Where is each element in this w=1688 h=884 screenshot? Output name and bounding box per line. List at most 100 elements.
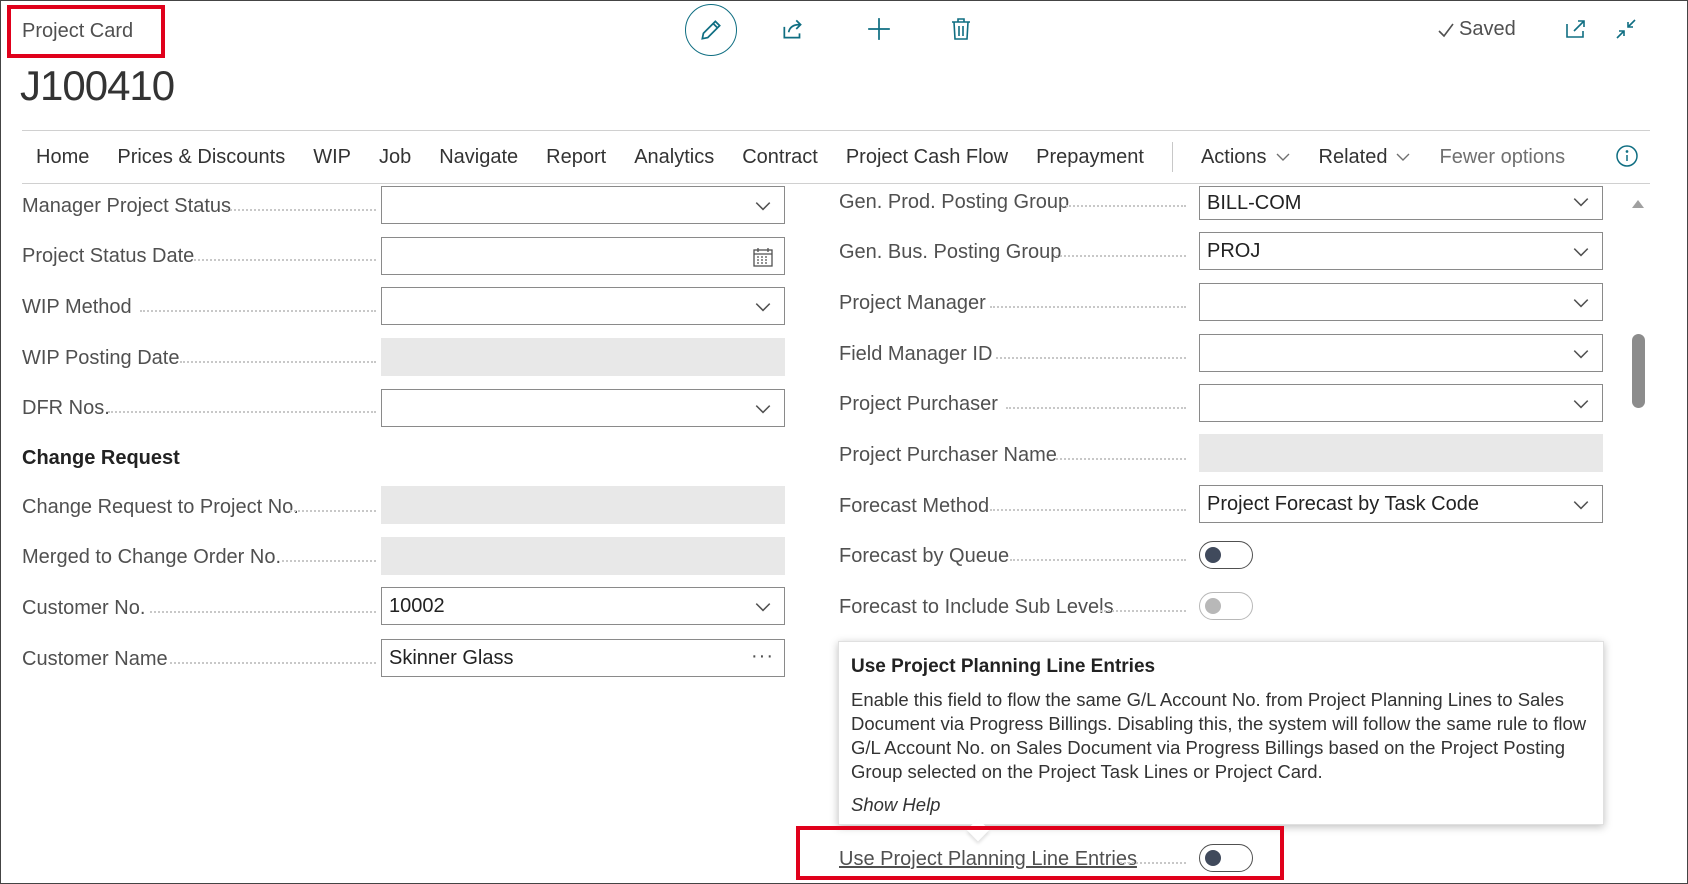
chevron-down-icon bbox=[755, 405, 771, 414]
chevron-down-icon bbox=[755, 603, 771, 612]
action-wip[interactable]: WIP bbox=[299, 146, 365, 169]
chevron-down-icon bbox=[755, 202, 771, 211]
action-home[interactable]: Home bbox=[22, 146, 103, 169]
action-job[interactable]: Job bbox=[365, 146, 425, 169]
collapse-button[interactable] bbox=[1610, 13, 1642, 45]
project-status-date-input[interactable] bbox=[381, 237, 785, 275]
chevron-down-icon bbox=[1396, 153, 1410, 161]
edit-button[interactable] bbox=[685, 4, 737, 56]
field-leader-dots bbox=[990, 509, 1186, 511]
field-leader-dots bbox=[1056, 458, 1186, 460]
related-menu[interactable]: Related bbox=[1305, 146, 1426, 169]
tooltip-body: Enable this field to flow the same G/L A… bbox=[851, 689, 1587, 782]
customer-name-input[interactable]: Skinner Glass ··· bbox=[381, 639, 785, 677]
chevron-down-icon bbox=[1573, 198, 1589, 207]
dfr-nos-label: DFR Nos. bbox=[22, 397, 110, 419]
chevron-down-icon bbox=[1573, 501, 1589, 510]
project-purchaser-select[interactable] bbox=[1199, 384, 1603, 422]
customer-name-label: Customer Name bbox=[22, 648, 168, 670]
ellipsis-icon[interactable]: ··· bbox=[751, 645, 774, 668]
merged-to-change-order-field bbox=[381, 537, 785, 575]
wip-posting-date-label: WIP Posting Date bbox=[22, 347, 180, 369]
share-icon bbox=[783, 19, 802, 39]
gen-bus-posting-group-select[interactable]: PROJ bbox=[1199, 232, 1603, 270]
field-leader-dots bbox=[1066, 205, 1186, 207]
forecast-method-select[interactable]: Project Forecast by Task Code bbox=[1199, 485, 1603, 523]
info-icon bbox=[1616, 145, 1638, 167]
info-button[interactable] bbox=[1614, 143, 1640, 169]
open-new-window-button[interactable] bbox=[1560, 13, 1592, 45]
action-navigate[interactable]: Navigate bbox=[425, 146, 532, 169]
forecast-by-queue-toggle[interactable] bbox=[1199, 541, 1253, 569]
field-leader-dots bbox=[1006, 407, 1186, 409]
customer-no-select[interactable]: 10002 bbox=[381, 587, 785, 625]
action-prices-discounts[interactable]: Prices & Discounts bbox=[103, 146, 299, 169]
action-contract[interactable]: Contract bbox=[728, 146, 832, 169]
wip-posting-date-field bbox=[381, 338, 785, 376]
gen-prod-posting-group-select[interactable]: BILL-COM bbox=[1199, 186, 1603, 220]
field-leader-dots bbox=[180, 361, 376, 363]
project-purchaser-label: Project Purchaser bbox=[839, 393, 998, 415]
field-manager-id-label: Field Manager ID bbox=[839, 343, 993, 365]
pencil-icon bbox=[701, 20, 721, 40]
project-purchaser-name-label: Project Purchaser Name bbox=[839, 444, 1057, 466]
change-request-to-project-label: Change Request to Project No. bbox=[22, 496, 299, 518]
scrollbar-thumb[interactable] bbox=[1632, 334, 1645, 408]
project-manager-label: Project Manager bbox=[839, 292, 986, 314]
field-leader-dots bbox=[108, 411, 376, 413]
change-request-section-title[interactable]: Change Request bbox=[22, 447, 180, 470]
plus-icon bbox=[868, 18, 890, 40]
saved-status: Saved bbox=[1437, 18, 1516, 41]
project-status-date-label: Project Status Date bbox=[22, 245, 195, 267]
highlight-box-page-type bbox=[7, 5, 165, 58]
field-manager-id-select[interactable] bbox=[1199, 334, 1603, 372]
chevron-down-icon bbox=[1573, 350, 1589, 359]
actions-menu[interactable]: Actions bbox=[1187, 146, 1305, 169]
action-analytics[interactable]: Analytics bbox=[620, 146, 728, 169]
field-leader-dots bbox=[226, 209, 376, 211]
field-leader-dots bbox=[290, 510, 376, 512]
gen-bus-posting-group-label: Gen. Bus. Posting Group bbox=[839, 241, 1062, 263]
new-button[interactable] bbox=[862, 12, 896, 46]
forecast-include-sub-levels-label: Forecast to Include Sub Levels bbox=[839, 596, 1114, 618]
calendar-icon[interactable] bbox=[752, 246, 774, 268]
action-report[interactable]: Report bbox=[532, 146, 620, 169]
show-help-link[interactable]: Show Help bbox=[851, 794, 1591, 816]
actions-menu-label: Actions bbox=[1200, 145, 1267, 168]
wip-method-select[interactable] bbox=[381, 287, 785, 325]
highlight-box-planning-line-entries bbox=[796, 826, 1284, 880]
action-bar: Home Prices & Discounts WIP Job Navigate… bbox=[22, 130, 1650, 184]
action-prepayment[interactable]: Prepayment bbox=[1022, 146, 1158, 169]
trash-icon bbox=[952, 18, 970, 40]
field-leader-dots bbox=[996, 357, 1186, 359]
share-button[interactable] bbox=[776, 12, 810, 46]
scroll-up-arrow[interactable] bbox=[1632, 200, 1644, 208]
manager-project-status-label: Manager Project Status bbox=[22, 195, 231, 217]
gen-prod-posting-group-label: Gen. Prod. Posting Group bbox=[839, 191, 1070, 213]
customer-no-label: Customer No. bbox=[22, 597, 146, 619]
tooltip-title: Use Project Planning Line Entries bbox=[851, 656, 1156, 677]
project-purchaser-name-field bbox=[1199, 434, 1603, 472]
dfr-nos-select[interactable] bbox=[381, 389, 785, 427]
fewer-options-button[interactable]: Fewer options bbox=[1425, 146, 1579, 169]
chevron-down-icon bbox=[1573, 299, 1589, 308]
change-request-to-project-field bbox=[381, 486, 785, 524]
field-leader-dots bbox=[140, 310, 376, 312]
forecast-include-sub-levels-toggle[interactable] bbox=[1199, 592, 1253, 620]
forecast-method-label: Forecast Method bbox=[839, 495, 990, 517]
field-leader-dots bbox=[150, 611, 376, 613]
field-leader-dots bbox=[170, 662, 376, 664]
project-manager-select[interactable] bbox=[1199, 283, 1603, 321]
saved-label: Saved bbox=[1459, 18, 1516, 40]
related-menu-label: Related bbox=[1318, 145, 1388, 168]
delete-button[interactable] bbox=[944, 12, 978, 46]
chevron-down-icon bbox=[1573, 248, 1589, 257]
record-title: J100410 bbox=[20, 62, 175, 109]
action-project-cash-flow[interactable]: Project Cash Flow bbox=[832, 146, 1022, 169]
manager-project-status-select[interactable] bbox=[381, 186, 785, 224]
toggle-knob bbox=[1205, 598, 1221, 614]
merged-to-change-order-label: Merged to Change Order No. bbox=[22, 546, 282, 568]
field-leader-dots bbox=[990, 306, 1186, 308]
chevron-down-icon bbox=[1276, 153, 1290, 161]
field-leader-dots bbox=[1010, 559, 1186, 561]
